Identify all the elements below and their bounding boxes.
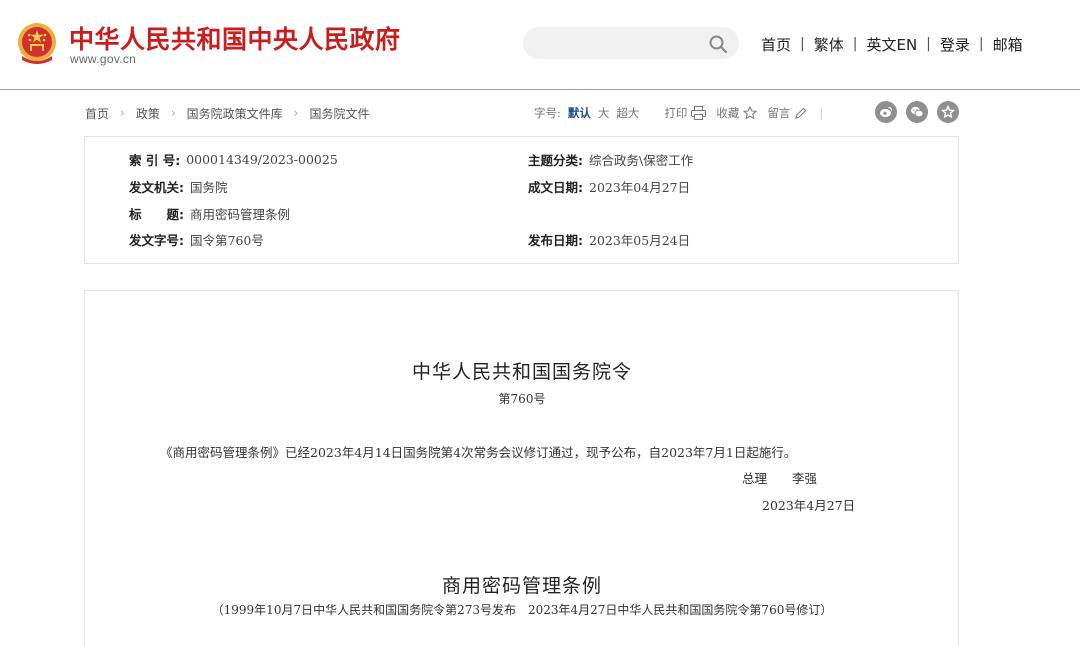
breadcrumb-item-policy-library[interactable]: 国务院政策文件库 bbox=[187, 105, 283, 122]
share-wechat-button[interactable] bbox=[906, 101, 928, 123]
favorite-star-icon bbox=[941, 105, 955, 119]
meta-value: 商用密码管理条例 bbox=[190, 206, 291, 222]
meta-doc-no: 发文字号: 国令第760号 bbox=[129, 229, 264, 249]
meta-value: 000014349/2023-00025 bbox=[186, 151, 338, 167]
meta-key: 发文机关: bbox=[129, 179, 184, 195]
meta-category: 主题分类: 综合政务\保密工作 bbox=[528, 149, 693, 169]
meta-key: 标 题: bbox=[129, 206, 184, 222]
tools-divider: | bbox=[819, 106, 824, 120]
share-weibo-button[interactable] bbox=[875, 101, 897, 123]
nav-traditional-link[interactable]: 繁体 bbox=[814, 34, 844, 55]
font-size-xlarge[interactable]: 超大 bbox=[616, 105, 639, 121]
meta-key: 成文日期: bbox=[528, 179, 583, 195]
chevron-right-icon: › bbox=[170, 106, 176, 120]
meta-key: 索 引 号: bbox=[129, 152, 181, 168]
national-emblem-icon[interactable] bbox=[16, 22, 58, 66]
meta-key: 发布日期: bbox=[528, 232, 583, 248]
top-nav: 首页 | 繁体 | 英文EN | 登录 | 邮箱 bbox=[761, 34, 1023, 54]
order-title: 中华人民共和国国务院令 bbox=[411, 361, 632, 383]
star-outline-icon[interactable] bbox=[743, 106, 758, 120]
search-input[interactable] bbox=[523, 27, 739, 59]
chevron-right-icon: › bbox=[120, 106, 125, 120]
nav-english-link[interactable]: 英文EN bbox=[866, 34, 917, 55]
breadcrumb: 首页 › 政策 › 国务院政策文件库 › 国务院文件 bbox=[85, 104, 370, 122]
meta-value: 2023年05月24日 bbox=[589, 232, 691, 248]
breadcrumb-item-home[interactable]: 首页 bbox=[85, 105, 109, 122]
meta-value: 综合政务\保密工作 bbox=[589, 152, 694, 168]
chevron-right-icon: › bbox=[293, 106, 299, 120]
favorite-button[interactable]: 收藏 bbox=[716, 105, 739, 121]
site-url[interactable]: www.gov.cn bbox=[70, 52, 136, 66]
regulation-title: 商用密码管理条例 bbox=[441, 575, 602, 597]
nav-separator: | bbox=[800, 36, 805, 52]
share-favorite-button[interactable] bbox=[937, 101, 959, 123]
meta-value: 国务院 bbox=[190, 179, 228, 195]
site-header: 中华人民共和国中央人民政府 www.gov.cn 首页 | 繁体 | 英文EN … bbox=[0, 0, 1080, 90]
print-button[interactable]: 打印 bbox=[664, 105, 687, 121]
meta-written-date: 成文日期: 2023年04月27日 bbox=[528, 176, 690, 196]
order-body-paragraph: 《商用密码管理条例》已经2023年4月14日国务院第4次常务会议修订通过，现予公… bbox=[160, 445, 797, 460]
meta-index-no: 索 引 号: 000014349/2023-00025 bbox=[129, 149, 338, 169]
wechat-icon bbox=[911, 106, 924, 118]
nav-login-link[interactable]: 登录 bbox=[940, 34, 970, 55]
meta-value: 国令第760号 bbox=[190, 232, 264, 248]
meta-title: 标 题: 商用密码管理条例 bbox=[129, 203, 290, 223]
nav-mail-link[interactable]: 邮箱 bbox=[993, 34, 1023, 55]
font-size-label: 字号: bbox=[534, 106, 561, 120]
comment-button[interactable]: 留言 bbox=[767, 105, 790, 121]
meta-value: 2023年04月27日 bbox=[589, 179, 691, 195]
meta-publish-date: 发布日期: 2023年05月24日 bbox=[528, 229, 690, 249]
meta-key: 主题分类: bbox=[528, 152, 583, 168]
breadcrumb-item-state-council-docs[interactable]: 国务院文件 bbox=[309, 105, 369, 122]
breadcrumb-item-policy[interactable]: 政策 bbox=[136, 105, 160, 122]
pencil-icon[interactable] bbox=[794, 107, 807, 120]
nav-separator: | bbox=[852, 36, 858, 52]
regulation-revision-note: （1999年10月7日中华人民共和国国务院令第273号发布 2023年4月27日… bbox=[211, 603, 833, 617]
signer: 总理 李强 bbox=[742, 471, 818, 486]
order-number: 第760号 bbox=[498, 392, 546, 406]
search-icon[interactable] bbox=[708, 34, 728, 54]
nav-separator: | bbox=[978, 36, 984, 52]
nav-separator: | bbox=[926, 36, 931, 52]
font-size-default[interactable]: 默认 bbox=[568, 105, 591, 121]
printer-icon[interactable] bbox=[691, 106, 707, 120]
font-size-large[interactable]: 大 bbox=[598, 105, 610, 121]
site-title[interactable]: 中华人民共和国中央人民政府 bbox=[69, 20, 401, 56]
weibo-icon bbox=[880, 106, 893, 117]
sign-date: 2023年4月27日 bbox=[762, 498, 856, 513]
nav-home-link[interactable]: 首页 bbox=[761, 34, 791, 55]
meta-issuer: 发文机关: 国务院 bbox=[129, 176, 228, 196]
article-tools: 字号: 默认 大 超大 打印 收藏 留言 | bbox=[534, 104, 823, 122]
meta-key: 发文字号: bbox=[129, 232, 184, 248]
